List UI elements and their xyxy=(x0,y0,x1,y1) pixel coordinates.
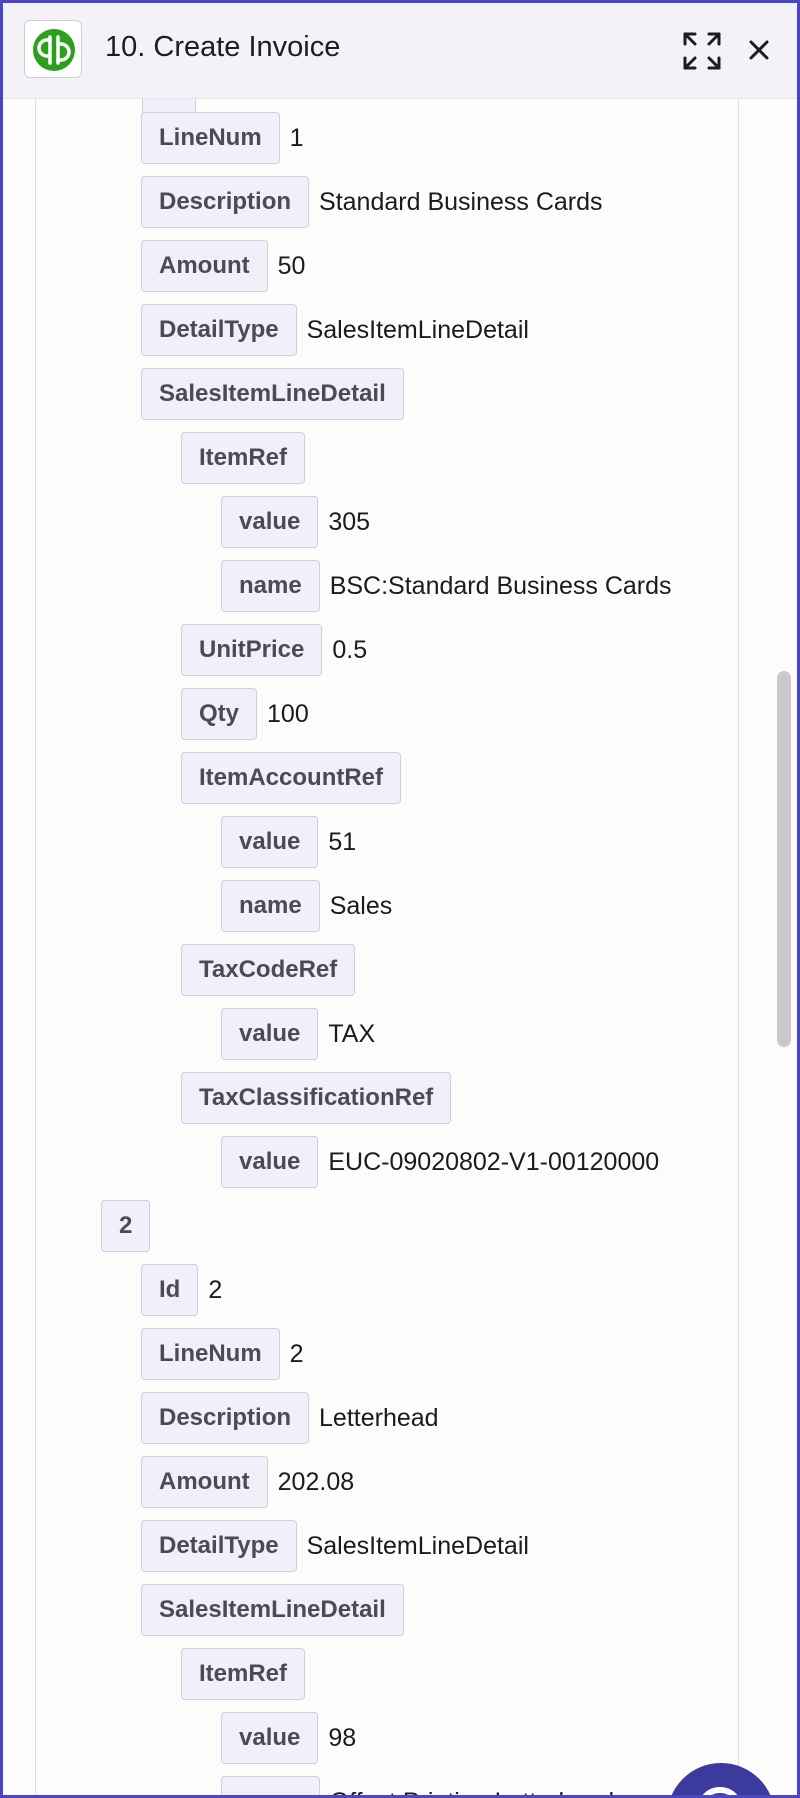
tree-key[interactable]: ItemRef xyxy=(181,432,306,484)
tree-key[interactable]: Id xyxy=(141,1264,199,1316)
tree-key[interactable]: Qty xyxy=(181,688,258,740)
scrollbar-thumb[interactable] xyxy=(777,671,791,1047)
tree-row: name Sales xyxy=(221,878,392,934)
tree-row: Qty 100 xyxy=(181,686,309,742)
tree-key[interactable]: Amount xyxy=(141,1456,268,1508)
chat-icon xyxy=(697,1787,743,1795)
tree-row: value 305 xyxy=(221,494,370,550)
tree-row: ItemRef xyxy=(181,430,306,486)
tree-value: 2 xyxy=(208,1275,223,1304)
tree-key[interactable]: value xyxy=(221,1136,319,1188)
tree-value: Letterhead xyxy=(319,1403,439,1432)
tree-value: SalesItemLineDetail xyxy=(306,315,529,344)
tree-key[interactable]: ItemAccountRef xyxy=(181,752,402,804)
tree-key[interactable]: value xyxy=(221,816,319,868)
tree-row: value EUC-09020802-V1-00120000 xyxy=(221,1134,659,1190)
tree-row: value TAX xyxy=(221,1006,375,1062)
tree-key[interactable]: value xyxy=(221,496,319,548)
tree-row: value 98 xyxy=(221,1710,356,1766)
tree-row: UnitPrice 0.5 xyxy=(181,622,367,678)
tree-row: ItemRef xyxy=(181,1646,306,1702)
tree-key[interactable]: ItemRef xyxy=(181,1648,306,1700)
tree-value: 305 xyxy=(328,507,371,536)
tree-row: Amount 202.08 xyxy=(141,1454,354,1510)
tree-row: DetailType SalesItemLineDetail xyxy=(141,1518,529,1574)
tree-key[interactable]: Amount xyxy=(141,240,268,292)
tree-value: 100 xyxy=(267,699,309,728)
tree-key[interactable]: Description xyxy=(141,176,310,228)
tree-value: 1 xyxy=(289,123,304,152)
tree-row: LineNum 1 xyxy=(141,110,304,166)
tree-row: Amount 50 xyxy=(141,238,305,294)
tree-row: name BSC:Standard Business Cards xyxy=(221,558,672,614)
tree-key[interactable]: Description xyxy=(141,1392,310,1444)
tree-value: EUC-09020802-V1-00120000 xyxy=(328,1147,660,1176)
tree-key[interactable]: TaxCodeRef xyxy=(181,944,356,996)
tree-value: 202.08 xyxy=(277,1467,355,1496)
tree-key[interactable]: LineNum xyxy=(141,112,280,164)
close-button[interactable] xyxy=(741,32,777,68)
tree-key[interactable]: DetailType xyxy=(141,304,297,356)
tree-row: 2 xyxy=(101,1198,151,1254)
tree-key[interactable]: LineNum xyxy=(141,1328,280,1380)
tree-row: TaxCodeRef xyxy=(181,942,356,998)
tree-row: SalesItemLineDetail xyxy=(141,1582,404,1638)
tree-value: 98 xyxy=(328,1723,357,1752)
expand-button[interactable] xyxy=(681,30,723,72)
tree-row: value 51 xyxy=(221,814,356,870)
tree-key[interactable]: 2 xyxy=(101,1200,151,1252)
tree-row: Description Standard Business Cards xyxy=(141,174,603,230)
tree-key[interactable]: value xyxy=(221,1712,319,1764)
panel-title: 10. Create Invoice xyxy=(105,31,341,63)
tree-row: Description Letterhead xyxy=(141,1390,439,1446)
expand-icon xyxy=(683,32,721,70)
tree-row: TaxClassificationRef xyxy=(181,1070,452,1126)
tree-value: 2 xyxy=(289,1339,304,1368)
tree-value: 51 xyxy=(328,827,357,856)
tree-value: 50 xyxy=(277,251,306,280)
tree-key[interactable]: name xyxy=(221,880,320,932)
close-icon xyxy=(749,40,769,60)
invoice-panel: 10. Create Invoice LineNum 1 Description… xyxy=(0,0,800,1798)
app-icon xyxy=(24,20,82,78)
tree-value: 0.5 xyxy=(332,635,368,664)
tree-value: SalesItemLineDetail xyxy=(306,1531,529,1560)
tree-key[interactable]: SalesItemLineDetail xyxy=(141,1584,404,1636)
tree-key[interactable]: TaxClassificationRef xyxy=(181,1072,452,1124)
tree-row: ItemAccountRef xyxy=(181,750,402,806)
tree-row: SalesItemLineDetail xyxy=(141,366,404,422)
tree-row: name Offset Printing:Letterhead xyxy=(221,1774,614,1796)
tree-value: BSC:Standard Business Cards xyxy=(329,571,672,600)
tree-key[interactable]: UnitPrice xyxy=(181,624,323,676)
tree-row: DetailType SalesItemLineDetail xyxy=(141,302,529,358)
tree-row: LineNum 2 xyxy=(141,1326,304,1382)
tree-key[interactable]: DetailType xyxy=(141,1520,297,1572)
tree-row: Id 2 xyxy=(141,1262,222,1318)
panel-header: 10. Create Invoice xyxy=(3,3,797,99)
tree-key[interactable]: SalesItemLineDetail xyxy=(141,368,404,420)
tree-key[interactable]: name xyxy=(221,1776,320,1795)
tree-key[interactable]: name xyxy=(221,560,320,612)
tree-value: TAX xyxy=(328,1019,376,1048)
tree-key[interactable]: value xyxy=(221,1008,319,1060)
tree-value: Sales xyxy=(329,891,393,920)
quickbooks-logo-icon xyxy=(33,29,75,71)
tree-value: Standard Business Cards xyxy=(319,187,603,216)
tree-value: Offset Printing:Letterhead xyxy=(330,1788,614,1796)
